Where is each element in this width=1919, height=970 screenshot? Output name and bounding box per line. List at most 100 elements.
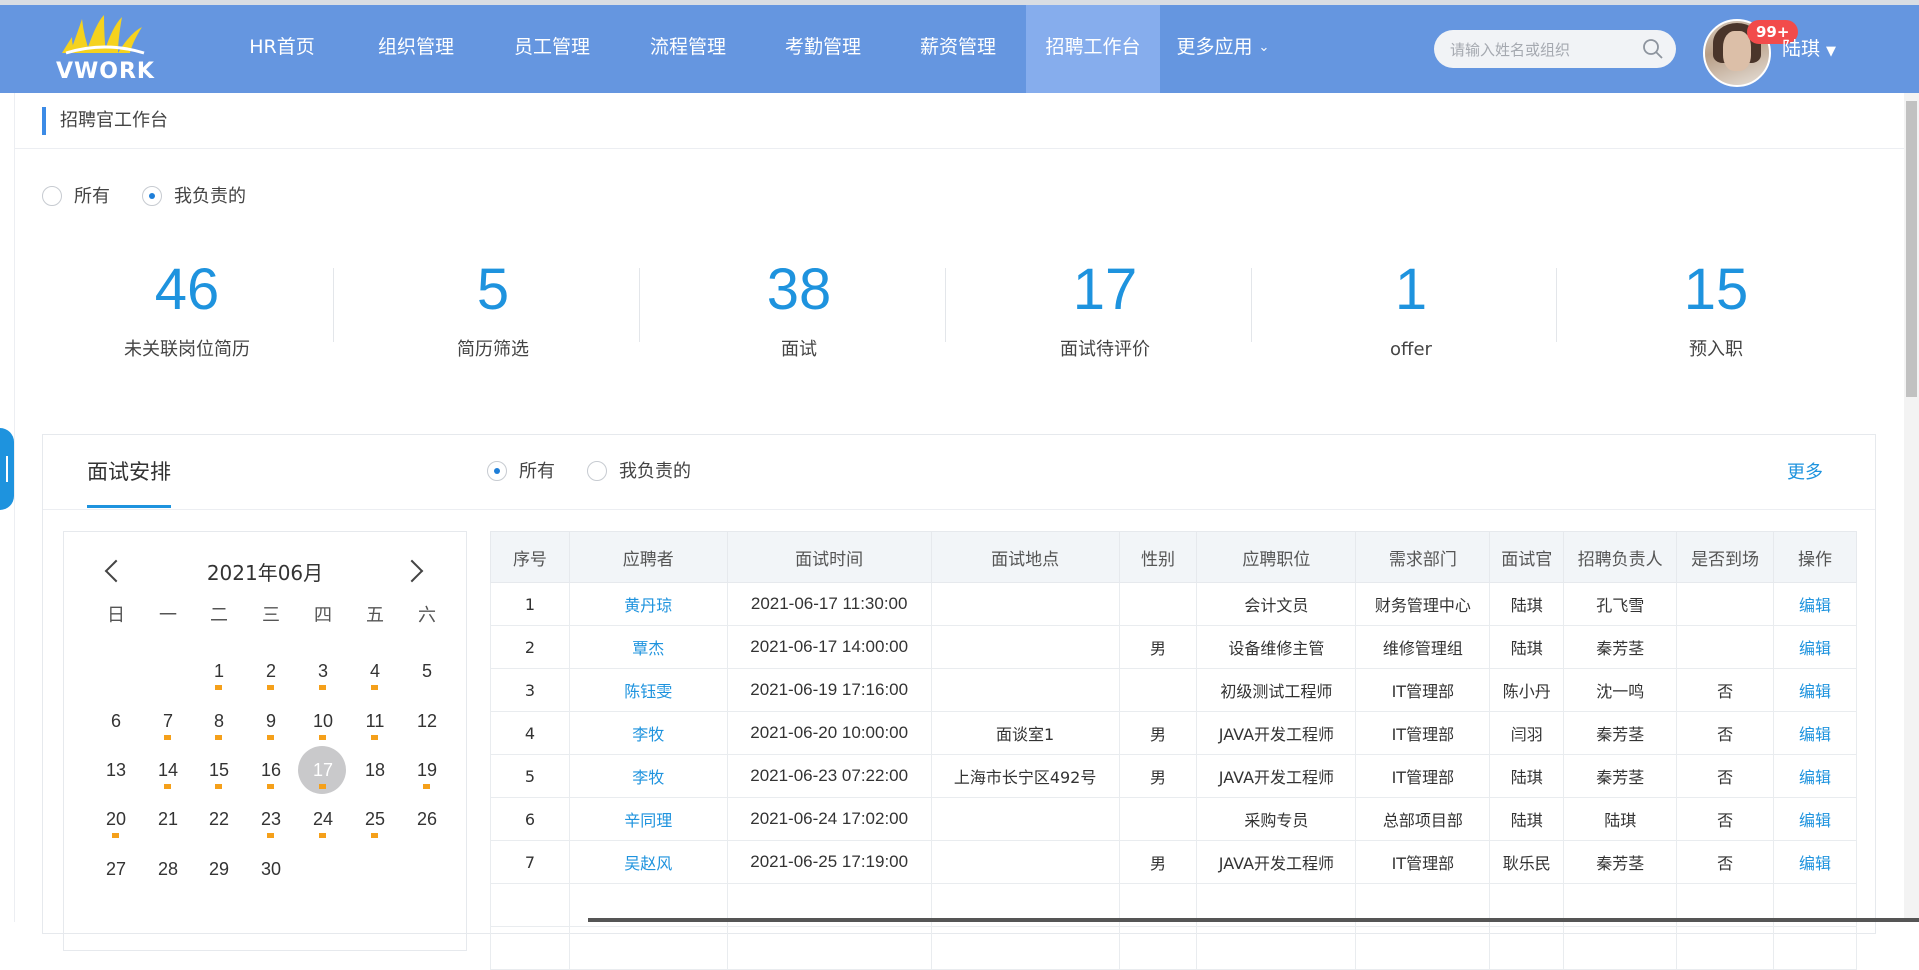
search-icon[interactable] [1642, 38, 1664, 60]
page-scrollbar[interactable] [1904, 93, 1919, 922]
calendar-day[interactable]: 7 [142, 696, 194, 748]
stat-unlinked-resumes[interactable]: 46 未关联岗位简历 [34, 250, 340, 364]
stat-value: 38 [766, 257, 832, 322]
calendar-day[interactable]: 26 [401, 794, 453, 846]
edit-link[interactable]: 编辑 [1773, 754, 1857, 798]
interview-radio-mine-label[interactable]: 我负责的 [619, 459, 691, 485]
calendar-day[interactable]: 15 [193, 745, 245, 797]
vwork-logo[interactable]: VWORK [52, 13, 162, 85]
calendar-day-number: 2 [265, 661, 276, 681]
table-cell: 2021-06-23 07:22:00 [726, 754, 932, 798]
edit-link[interactable]: 编辑 [1773, 582, 1857, 626]
calendar-day[interactable]: 10 [297, 696, 349, 748]
stat-separator [333, 268, 334, 342]
calendar-day[interactable]: 17 [297, 745, 349, 797]
stat-pre-onboarding[interactable]: 15 预入职 [1563, 250, 1869, 364]
calendar-day[interactable]: 6 [90, 696, 142, 748]
calendar-day[interactable]: 8 [193, 696, 245, 748]
candidate-name-link[interactable]: 黄丹琼 [568, 582, 728, 626]
table-cell [490, 926, 570, 970]
calendar-day[interactable]: 5 [401, 646, 453, 698]
radio-all-label[interactable]: 所有 [74, 184, 110, 210]
user-menu[interactable]: 陆琪 ▼ [1782, 33, 1836, 68]
table-cell: 初级测试工程师 [1196, 668, 1357, 712]
calendar-day[interactable]: 22 [193, 794, 245, 846]
nav-org-management[interactable]: 组织管理 [366, 5, 466, 93]
stat-pending-evaluation[interactable]: 17 面试待评价 [952, 250, 1258, 364]
nav-salary-management[interactable]: 薪资管理 [908, 5, 1008, 93]
radio-all[interactable] [42, 186, 62, 206]
interview-radio-mine[interactable] [587, 461, 607, 481]
nav-more-apps[interactable]: 更多应用 ⌄ [1168, 5, 1278, 93]
nav-process-management[interactable]: 流程管理 [638, 5, 738, 93]
calendar-day[interactable]: 25 [349, 794, 401, 846]
interview-radio-all-label[interactable]: 所有 [519, 459, 555, 485]
calendar-day[interactable]: 3 [297, 646, 349, 698]
calendar-day[interactable]: 18 [349, 745, 401, 797]
search-input[interactable] [1448, 30, 1642, 70]
calendar-day[interactable]: 29 [193, 844, 245, 896]
calendar-day[interactable]: 24 [297, 794, 349, 846]
table-cell: 秦芳茎 [1563, 625, 1678, 669]
calendar-day[interactable]: 1 [193, 646, 245, 698]
candidate-name-link[interactable]: 李牧 [568, 711, 728, 755]
calendar-day[interactable]: 19 [401, 745, 453, 797]
calendar-day[interactable]: 23 [245, 794, 297, 846]
content-left-border [14, 93, 15, 922]
candidate-name-link[interactable]: 陈钰雯 [568, 668, 728, 712]
calendar-day[interactable]: 2 [245, 646, 297, 698]
candidate-name-link[interactable]: 李牧 [568, 754, 728, 798]
interview-marker [371, 685, 378, 690]
calendar-day[interactable]: 9 [245, 696, 297, 748]
table-cell: 孔飞雪 [1563, 582, 1678, 626]
stat-interviews[interactable]: 38 面试 [646, 250, 952, 364]
interview-radio-all[interactable] [487, 461, 507, 481]
table-row: 5 李牧 2021-06-23 07:22:00 上海市长宁区492号男 JAVA开发工… [490, 754, 1857, 798]
nav-attendance-management[interactable]: 考勤管理 [773, 5, 873, 93]
nav-employee-management[interactable]: 员工管理 [502, 5, 602, 93]
calendar-day[interactable]: 4 [349, 646, 401, 698]
calendar-day[interactable]: 11 [349, 696, 401, 748]
table-cell: 上海市长宁区492号 [930, 754, 1120, 798]
calendar-day-number: 16 [260, 760, 282, 780]
nav-hr-home[interactable]: HR首页 [232, 5, 332, 93]
calendar-day[interactable]: 12 [401, 696, 453, 748]
edit-link[interactable]: 编辑 [1773, 711, 1857, 755]
stat-offer[interactable]: 1 offer [1258, 250, 1564, 364]
calendar-day[interactable]: 30 [245, 844, 297, 896]
table-cell: 男 [1118, 711, 1198, 755]
edit-link[interactable]: 编辑 [1773, 797, 1857, 841]
interview-marker [164, 735, 171, 740]
radio-mine-label[interactable]: 我负责的 [174, 184, 246, 210]
calendar-day[interactable]: 28 [142, 844, 194, 896]
breadcrumb-accent-bar [42, 107, 46, 135]
calendar-day[interactable]: 27 [90, 844, 142, 896]
calendar-day[interactable]: 14 [142, 745, 194, 797]
side-drawer-handle[interactable] [0, 428, 14, 510]
table-cell: 2021-06-17 14:00:00 [726, 625, 932, 669]
table-cell [1118, 797, 1198, 841]
edit-link[interactable]: 编辑 [1773, 625, 1857, 669]
calendar-day-number: 29 [208, 859, 230, 879]
stat-value: 1 [1394, 257, 1428, 322]
more-link[interactable]: 更多 [1787, 459, 1823, 487]
stat-resume-screening[interactable]: 5 简历筛选 [340, 250, 646, 364]
nav-recruit-workbench[interactable]: 招聘工作台 [1026, 5, 1160, 93]
candidate-name-link[interactable]: 辛同理 [568, 797, 728, 841]
calendar-day[interactable]: 16 [245, 745, 297, 797]
radio-mine[interactable] [142, 186, 162, 206]
calendar-day[interactable]: 20 [90, 794, 142, 846]
calendar-day[interactable]: 13 [90, 745, 142, 797]
edit-link[interactable]: 编辑 [1773, 840, 1857, 884]
edit-link[interactable]: 编辑 [1773, 668, 1857, 712]
empty-table-row [490, 926, 1857, 970]
calendar-day[interactable]: 21 [142, 794, 194, 846]
table-cell [1118, 926, 1198, 970]
candidate-name-link[interactable]: 吴赵风 [568, 840, 728, 884]
table-cell: IT管理部 [1355, 754, 1491, 798]
tab-interview-schedule[interactable]: 面试安排 [87, 457, 171, 487]
candidate-name-link[interactable]: 覃杰 [568, 625, 728, 669]
weekday-label: 一 [159, 605, 177, 626]
scrollbar-thumb[interactable] [1906, 101, 1917, 397]
table-cell: 否 [1676, 711, 1774, 755]
